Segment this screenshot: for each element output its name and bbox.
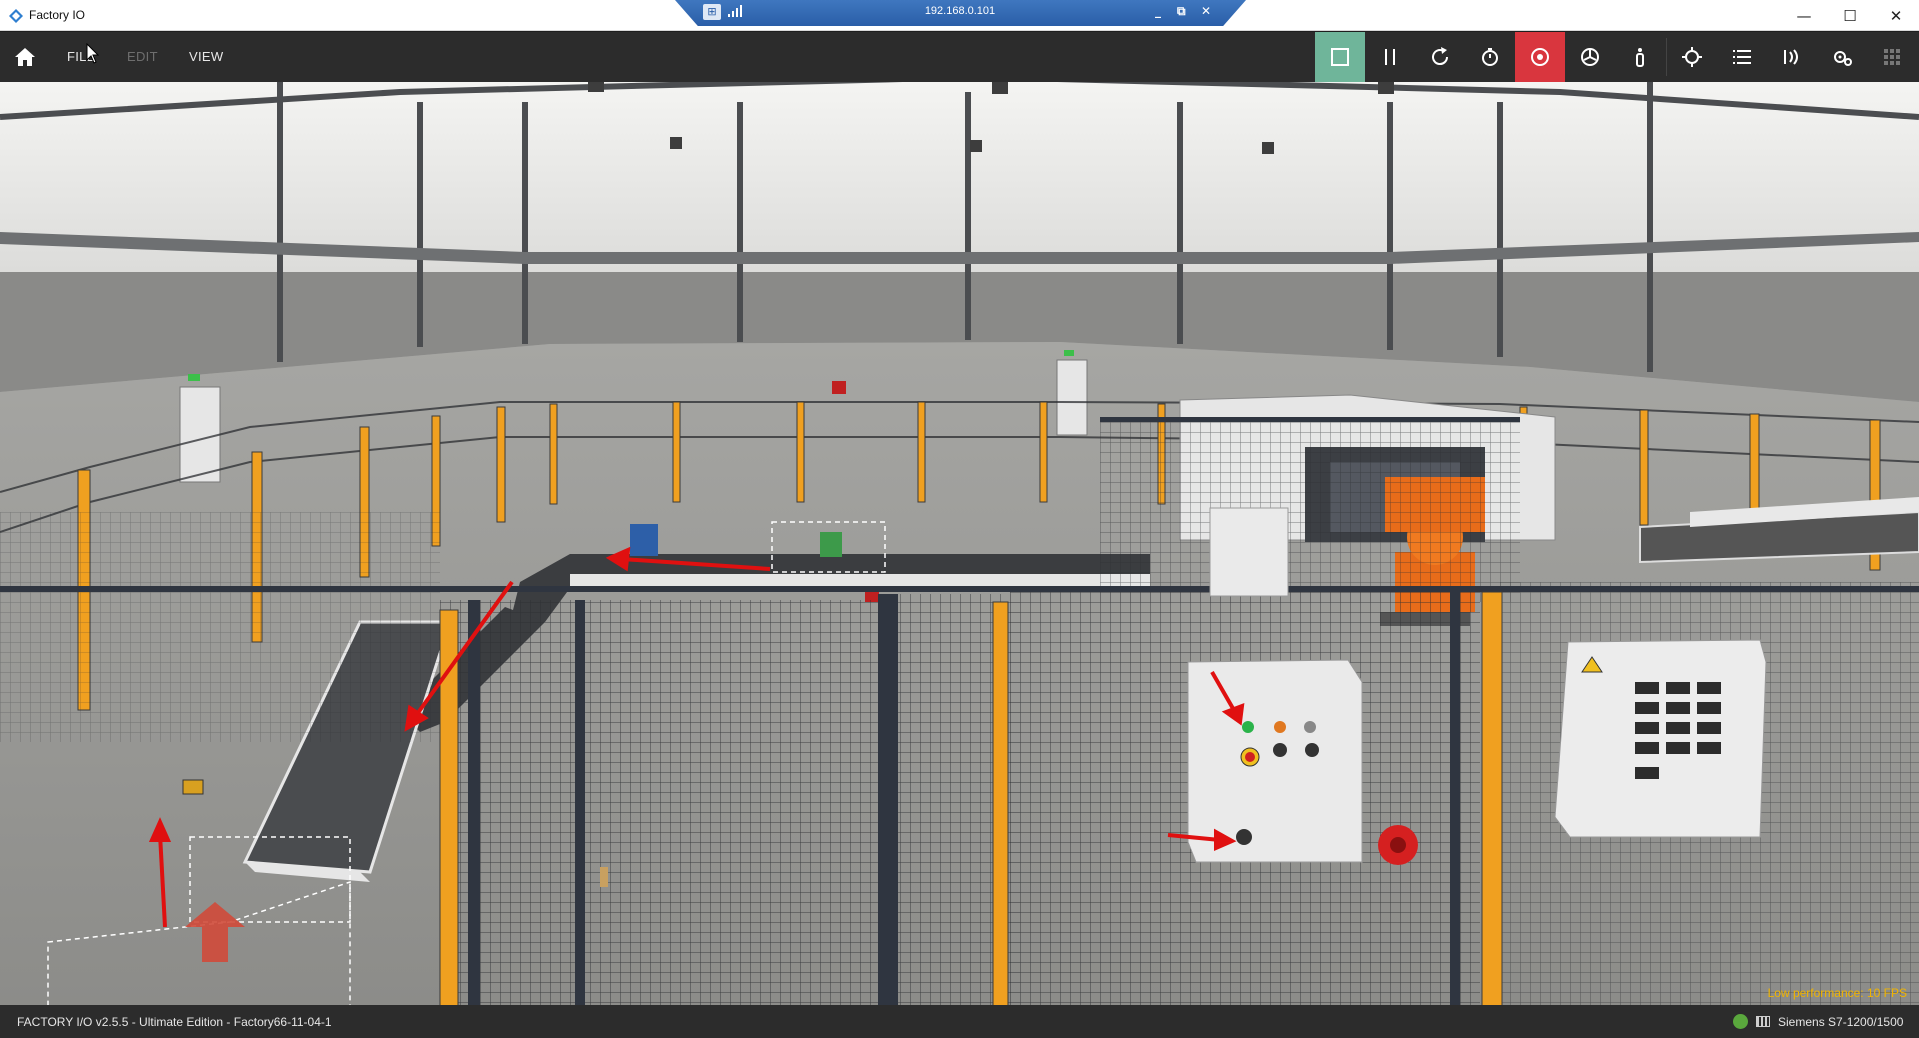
fan-button[interactable] — [1565, 32, 1615, 82]
exit-door-right — [1056, 359, 1088, 436]
driver-button[interactable] — [1515, 32, 1565, 82]
reset-button[interactable] — [1415, 32, 1465, 82]
settings-icon — [1834, 51, 1852, 66]
sensor-icon — [1784, 49, 1798, 65]
performance-warning: Low performance: 10 FPS — [1767, 986, 1907, 1000]
sensor-button[interactable] — [1767, 32, 1817, 82]
plc-driver-label[interactable]: Siemens S7-1200/1500 — [1778, 1015, 1903, 1029]
close-button[interactable]: ✕ — [1873, 0, 1919, 31]
app-toolbar: FILE EDIT VIEW — [0, 32, 1919, 82]
menu-view[interactable]: VIEW — [189, 49, 223, 64]
signal-strength-icon — [728, 5, 742, 17]
menu-edit[interactable]: EDIT — [127, 49, 158, 64]
crosshair-button[interactable] — [1667, 32, 1717, 82]
version-label: FACTORY I/O v2.5.5 - Ultimate Edition - … — [17, 1015, 332, 1029]
window-title: Factory IO — [29, 8, 86, 22]
grid-button[interactable] — [1867, 32, 1917, 82]
pin-icon[interactable]: ⊞ — [703, 4, 721, 20]
list-button[interactable] — [1717, 32, 1767, 82]
fan-icon — [1581, 48, 1599, 66]
figure-icon — [1636, 48, 1644, 67]
mouse-cursor-icon — [86, 43, 100, 64]
factory-scene — [0, 82, 1919, 1005]
pause-button[interactable] — [1365, 32, 1415, 82]
driver-icon — [1531, 48, 1549, 66]
minimize-button[interactable]: — — [1781, 0, 1827, 31]
list-icon — [1733, 50, 1751, 64]
electrical-cabinet — [1554, 639, 1767, 838]
reset-icon — [1432, 47, 1449, 66]
factory-io-logo-icon — [9, 9, 23, 23]
timer-button[interactable] — [1465, 32, 1515, 82]
box — [630, 524, 658, 556]
connection-ok-icon — [1733, 1014, 1748, 1029]
plc-icon — [1756, 1016, 1770, 1027]
3d-viewport[interactable]: Low performance: 10 FPS — [0, 82, 1919, 1005]
pause-icon — [1385, 49, 1395, 65]
crosshair-icon — [1682, 47, 1702, 67]
status-bar: FACTORY I/O v2.5.5 - Ultimate Edition - … — [0, 1005, 1919, 1038]
maximize-button[interactable]: ☐ — [1827, 0, 1873, 31]
remote-host-label: 192.168.0.101 — [924, 5, 996, 17]
stop-button[interactable] — [1315, 32, 1365, 82]
home-icon[interactable] — [14, 47, 36, 67]
stop-icon — [1331, 48, 1349, 66]
exit-door-left — [179, 386, 221, 483]
settings-button[interactable] — [1817, 32, 1867, 82]
remote-restore-button[interactable]: ⧉ — [1177, 4, 1186, 19]
remote-close-button[interactable]: ✕ — [1201, 4, 1211, 18]
grid-icon — [1884, 49, 1900, 65]
figure-button[interactable] — [1615, 32, 1665, 82]
remote-minimize-button[interactable]: _ — [1155, 4, 1161, 18]
timer-icon — [1482, 48, 1498, 66]
